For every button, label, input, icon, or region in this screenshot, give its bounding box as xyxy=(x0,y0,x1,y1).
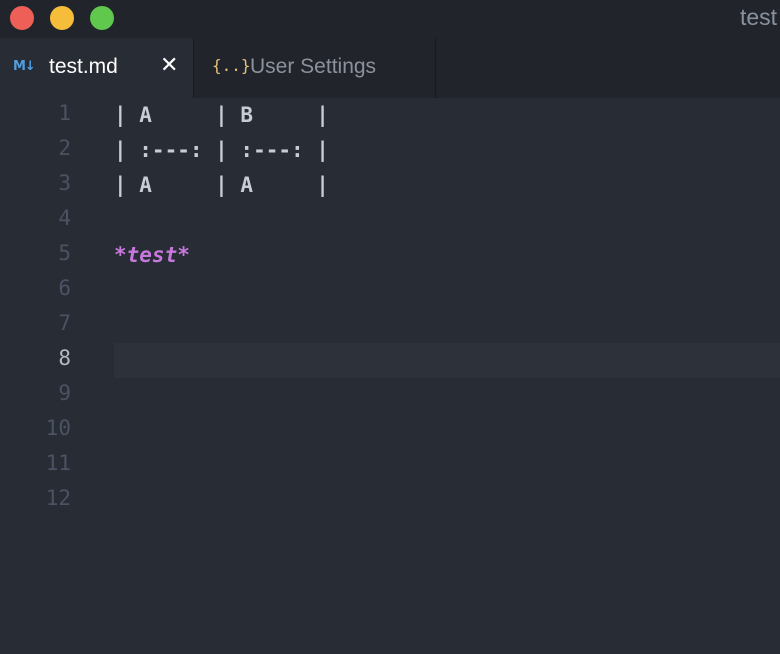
line-number: 10 xyxy=(45,416,71,440)
line-number: 6 xyxy=(58,276,71,300)
editor-line: 7 xyxy=(0,308,780,343)
tab-test-md[interactable]: M↓ test.md ✕ xyxy=(0,38,193,98)
line-text[interactable] xyxy=(114,448,780,483)
line-text[interactable] xyxy=(114,308,780,343)
line-number: 8 xyxy=(58,346,71,370)
editor-line-current: 8 xyxy=(0,343,780,378)
window-minimize-button[interactable] xyxy=(50,6,74,30)
code-editor[interactable]: 1 | A | B | 2 | :---: | :---: | 3 | A | … xyxy=(0,98,780,654)
line-text[interactable] xyxy=(114,273,780,308)
title-bar: test xyxy=(0,0,780,38)
line-number: 5 xyxy=(58,241,71,265)
line-text-emphasis[interactable]: *test* xyxy=(114,238,780,273)
line-text[interactable]: | :---: | :---: | xyxy=(114,133,780,168)
json-braces-icon: {..} xyxy=(212,56,251,75)
line-text[interactable] xyxy=(114,203,780,238)
line-number: 3 xyxy=(58,171,71,195)
tab-label: test.md xyxy=(49,55,118,78)
line-number: 12 xyxy=(45,486,71,510)
line-text[interactable] xyxy=(114,378,780,413)
editor-line: 4 xyxy=(0,203,780,238)
line-text[interactable] xyxy=(114,413,780,448)
line-text[interactable]: | A | B | xyxy=(114,98,780,133)
editor-line: 11 xyxy=(0,448,780,483)
editor-line: 6 xyxy=(0,273,780,308)
line-text[interactable] xyxy=(114,343,780,378)
editor-line: 9 xyxy=(0,378,780,413)
line-text[interactable] xyxy=(114,483,780,518)
editor-line: 3 | A | A | xyxy=(0,168,780,203)
line-number: 7 xyxy=(58,311,71,335)
tab-bar: M↓ test.md ✕ {..} User Settings xyxy=(0,38,780,98)
editor-line: 10 xyxy=(0,413,780,448)
window-close-button[interactable] xyxy=(10,6,34,30)
line-number: 4 xyxy=(58,206,71,230)
tab-label: User Settings xyxy=(250,55,377,78)
editor-line: 5 *test* xyxy=(0,238,780,273)
tab-user-settings[interactable]: {..} User Settings xyxy=(193,38,436,98)
line-number: 11 xyxy=(45,451,71,475)
editor-window: test M↓ test.md ✕ {..} User Settings 1 |… xyxy=(0,0,780,654)
line-number: 1 xyxy=(58,101,71,125)
editor-line: 2 | :---: | :---: | xyxy=(0,133,780,168)
markdown-icon: M↓ xyxy=(13,59,36,74)
line-number: 9 xyxy=(58,381,71,405)
line-number: 2 xyxy=(58,136,71,160)
editor-line: 12 xyxy=(0,483,780,518)
window-title: test xyxy=(740,4,778,30)
line-text[interactable]: | A | A | xyxy=(114,168,780,203)
editor-line: 1 | A | B | xyxy=(0,98,780,133)
window-maximize-button[interactable] xyxy=(90,6,114,30)
close-tab-icon[interactable]: ✕ xyxy=(160,53,178,78)
